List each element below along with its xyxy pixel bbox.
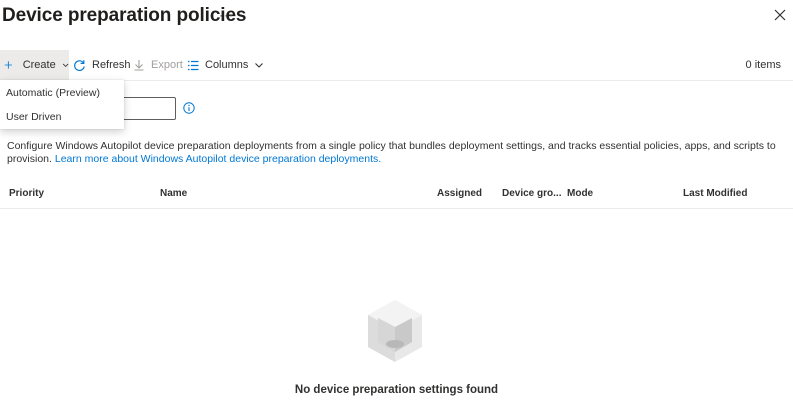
plus-icon: [4, 61, 12, 69]
menu-item-automatic[interactable]: Automatic (Preview): [6, 87, 100, 99]
create-label: Create: [22, 59, 56, 71]
close-button[interactable]: [773, 8, 787, 22]
refresh-label: Refresh: [92, 59, 131, 71]
chevron-down-icon: [62, 63, 69, 68]
column-header-mode[interactable]: Mode: [567, 188, 593, 199]
empty-state-message: No device preparation settings found: [294, 384, 499, 396]
column-header-device-groups[interactable]: Device gro...: [502, 188, 561, 199]
export-label: Export: [151, 59, 183, 71]
search-filter-box[interactable]: [121, 97, 176, 120]
close-icon: [774, 9, 786, 21]
export-button[interactable]: Export: [133, 50, 183, 80]
create-dropdown-menu: Automatic (Preview) User Driven: [0, 80, 124, 129]
refresh-icon: [74, 59, 85, 71]
columns-label: Columns: [205, 59, 249, 71]
column-header-last-modified[interactable]: Last Modified: [683, 188, 747, 199]
chevron-down-icon: [255, 63, 264, 68]
column-header-name[interactable]: Name: [160, 188, 187, 199]
create-button[interactable]: Create: [0, 50, 69, 80]
refresh-button[interactable]: Refresh: [73, 50, 131, 80]
empty-state-icon: [366, 298, 424, 364]
table-header: Priority Name Assigned Device gro... Mod…: [0, 180, 793, 209]
menu-item-user-driven[interactable]: User Driven: [6, 111, 61, 123]
columns-list-icon: [188, 60, 199, 70]
empty-box-icon: [368, 300, 422, 362]
more-options-button[interactable]: ···: [219, 8, 234, 22]
learn-more-link[interactable]: Learn more about Windows Autopilot devic…: [55, 153, 381, 165]
page-title: Device preparation policies: [2, 5, 247, 26]
column-header-priority[interactable]: Priority: [9, 188, 44, 199]
download-icon: [134, 60, 144, 71]
description: Configure Windows Autopilot device prepa…: [7, 140, 787, 166]
command-bar: Create Refresh Export Columns: [0, 50, 793, 81]
info-icon: [183, 102, 195, 114]
info-button[interactable]: [183, 101, 195, 114]
item-count: 0 items: [745, 59, 781, 71]
columns-button[interactable]: Columns: [187, 50, 264, 80]
column-header-assigned[interactable]: Assigned: [437, 188, 482, 199]
